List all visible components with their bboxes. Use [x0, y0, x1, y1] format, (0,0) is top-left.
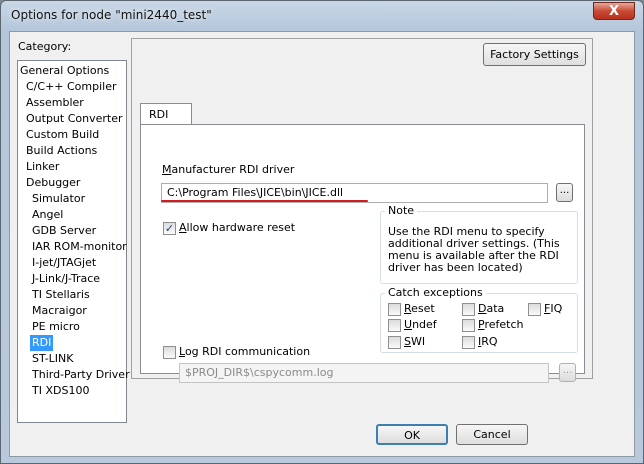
category-item[interactable]: C/C++ Compiler	[24, 79, 119, 95]
catch-checkbox[interactable]	[462, 319, 475, 332]
factory-settings-button[interactable]: Factory Settings	[483, 43, 586, 66]
window-title: Options for node "mini2440_test"	[11, 8, 212, 22]
catch-exceptions-title: Catch exceptions	[385, 286, 486, 299]
category-label: Category:	[18, 40, 72, 53]
category-item[interactable]: Third-Party Driver	[30, 367, 132, 383]
category-item[interactable]: Angel	[30, 207, 65, 223]
driver-label: Manufacturer RDI driver	[162, 163, 294, 176]
category-item[interactable]: RDI	[30, 335, 54, 351]
category-item[interactable]: Macraigor	[30, 303, 89, 319]
catch-checkbox[interactable]	[388, 336, 401, 349]
catch-label-text: refetch	[484, 318, 524, 331]
checkmark-icon: ✓	[164, 222, 175, 235]
catch-label-text: IQ	[550, 302, 563, 315]
catch-label-mnemonic: U	[404, 318, 413, 331]
close-icon: X	[608, 4, 620, 19]
tab-rdi[interactable]: RDI	[140, 103, 192, 125]
category-item[interactable]: Debugger	[24, 175, 82, 191]
catch-label: FIQ	[544, 302, 562, 315]
category-item[interactable]: PE micro	[30, 319, 82, 335]
allow-reset-checkbox[interactable]: ✓	[163, 222, 176, 235]
catch-label-text: ndef	[412, 318, 437, 331]
category-item[interactable]: Build Actions	[24, 143, 99, 159]
note-text: Use the RDI menu to specify additional dr…	[388, 226, 560, 274]
catch-label-mnemonic: S	[404, 335, 411, 348]
catch-checkbox[interactable]	[388, 319, 401, 332]
close-button[interactable]: X	[593, 2, 635, 20]
log-browse-button[interactable]: ...	[559, 363, 576, 382]
catch-checkbox[interactable]	[528, 303, 541, 316]
catch-label: IRQ	[478, 335, 498, 348]
category-item[interactable]: Custom Build	[24, 127, 101, 143]
note-title: Note	[385, 204, 418, 217]
log-rdi-label: Log RDI communication	[179, 345, 310, 358]
catch-label-text: WI	[410, 335, 426, 348]
catch-label-text: RQ	[481, 335, 498, 348]
annotation-underline	[161, 200, 368, 202]
allow-reset-mnemonic: A	[179, 221, 187, 234]
category-item[interactable]: TI Stellaris	[30, 287, 92, 303]
cancel-button[interactable]: Cancel	[456, 424, 528, 445]
category-item[interactable]: Simulator	[30, 191, 87, 207]
category-item[interactable]: ST-LINK	[30, 351, 75, 367]
note-line: driver has been located)	[388, 261, 523, 274]
driver-label-mnemonic: M	[162, 163, 172, 176]
allow-reset-label: Allow hardware reset	[179, 221, 295, 234]
catch-label: Undef	[404, 318, 437, 331]
catch-label: Data	[478, 302, 504, 315]
allow-reset-text: llow hardware reset	[186, 221, 296, 234]
ok-button[interactable]: OK	[376, 424, 448, 445]
log-rdi-checkbox[interactable]	[163, 346, 176, 359]
catch-label: SWI	[404, 335, 425, 348]
log-path-input[interactable]: $PROJ_DIR$\cspycomm.log	[179, 363, 549, 383]
category-item[interactable]: Linker	[24, 159, 61, 175]
category-item[interactable]: I-jet/JTAGjet	[30, 255, 98, 271]
driver-label-text: anufacturer RDI driver	[171, 163, 295, 176]
category-item[interactable]: TI XDS100	[30, 383, 91, 399]
category-list[interactable]: General Options C/C++ Compiler Assembler Ou…	[17, 60, 130, 423]
catch-checkbox[interactable]	[388, 303, 401, 316]
title-bar[interactable]: Options for node "mini2440_test" X	[1, 1, 643, 31]
catch-label-text: eset	[411, 302, 435, 315]
catch-label-text: ata	[486, 302, 505, 315]
category-item[interactable]: Assembler	[24, 95, 86, 111]
category-item[interactable]: General Options	[18, 63, 111, 79]
driver-browse-button[interactable]: ...	[556, 183, 573, 202]
category-item[interactable]: J-Link/J-Trace	[30, 271, 102, 287]
options-dialog: Options for node "mini2440_test" X Categ…	[0, 0, 644, 464]
category-item[interactable]: IAR ROM-monitor	[30, 239, 129, 255]
category-item[interactable]: GDB Server	[30, 223, 98, 239]
catch-checkbox[interactable]	[462, 303, 475, 316]
category-item[interactable]: Output Converter	[24, 111, 125, 127]
catch-label: Reset	[404, 302, 435, 315]
catch-label: Prefetch	[478, 318, 523, 331]
catch-checkbox[interactable]	[462, 336, 475, 349]
log-rdi-text: og RDI communication	[184, 345, 311, 358]
